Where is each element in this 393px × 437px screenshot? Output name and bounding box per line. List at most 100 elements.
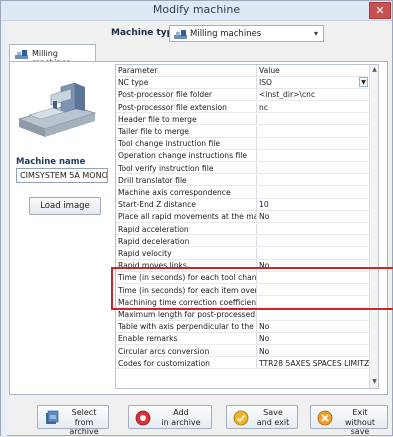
row-value[interactable]: <inst_dir>\cnc bbox=[259, 90, 369, 99]
table-row[interactable]: Codes for customization TTR28 5AXES SPACE… bbox=[116, 357, 370, 370]
row-parameter: Tool verify instruction file bbox=[118, 163, 214, 173]
column-divider bbox=[256, 187, 257, 198]
row-parameter: Rapid deceleration bbox=[118, 236, 190, 246]
table-row[interactable]: Start-End Z distance 10 bbox=[116, 199, 370, 211]
milling-machine-icon bbox=[15, 50, 28, 59]
row-parameter: Place all rapid movements at the maximum… bbox=[118, 212, 256, 222]
add-l1: Add bbox=[173, 408, 189, 417]
title-bar: Modify machine ✕ bbox=[1, 1, 392, 21]
row-parameter: Rapid acceleration bbox=[118, 224, 189, 234]
table-row[interactable]: Maximum length for post-processed file bbox=[116, 309, 370, 321]
column-divider bbox=[256, 333, 257, 344]
row-value[interactable]: No bbox=[259, 212, 369, 221]
table-row[interactable]: NC type ISO ▼ bbox=[116, 77, 370, 89]
row-parameter: Operation change instructions file bbox=[118, 151, 248, 161]
row-value[interactable]: 10 bbox=[259, 200, 369, 209]
header-parameter: Parameter bbox=[118, 66, 158, 75]
column-divider bbox=[256, 199, 257, 210]
row-value[interactable]: ISO bbox=[259, 78, 369, 87]
exit-l2: save bbox=[350, 427, 370, 436]
load-image-button[interactable]: Load image bbox=[29, 197, 101, 215]
scroll-up-icon[interactable]: ▲ bbox=[370, 66, 379, 75]
row-parameter: Header file to merge bbox=[118, 114, 197, 124]
table-row[interactable]: Place all rapid movements at the maximum… bbox=[116, 211, 370, 223]
dropdown-arrow-icon[interactable]: ▼ bbox=[359, 77, 368, 88]
row-parameter: Tailer file to merge bbox=[118, 127, 190, 136]
exit-without-save-button[interactable]: Exit without save bbox=[310, 405, 388, 436]
column-divider bbox=[256, 321, 257, 332]
column-divider bbox=[256, 235, 257, 247]
milling-machine-icon bbox=[174, 30, 187, 39]
add-l2: in archive bbox=[161, 417, 201, 427]
column-divider bbox=[256, 126, 257, 137]
select-l2: from archive bbox=[69, 417, 99, 437]
window-title: Modify machine bbox=[152, 3, 241, 16]
archive-select-icon bbox=[46, 410, 59, 424]
header-value: Value bbox=[259, 66, 280, 75]
tab-milling-machines[interactable]: Milling machines bbox=[9, 44, 96, 67]
table-row[interactable]: Drill translator file bbox=[116, 174, 370, 187]
exit-icon bbox=[317, 410, 333, 426]
column-divider bbox=[256, 101, 257, 113]
column-divider bbox=[256, 150, 257, 161]
table-row[interactable]: Enable remarks No bbox=[116, 333, 370, 345]
scroll-down-icon[interactable]: ▼ bbox=[370, 378, 379, 387]
save-l2: and exit bbox=[256, 417, 290, 427]
highlight-box bbox=[111, 267, 393, 310]
row-parameter: Tool change instruction file bbox=[118, 139, 221, 149]
row-parameter: Circular arcs conversion bbox=[118, 346, 210, 356]
table-row[interactable]: Table with axis perpendicular to the man… bbox=[116, 321, 370, 333]
table-row[interactable]: Operation change instructions file bbox=[116, 150, 370, 162]
table-row[interactable]: Rapid velocity bbox=[116, 248, 370, 260]
grid-header: Parameter Value bbox=[116, 65, 370, 77]
row-parameter: Post-processor file folder bbox=[118, 90, 213, 100]
row-parameter: Post-processor file extension bbox=[118, 102, 227, 112]
table-row[interactable]: Rapid acceleration bbox=[116, 223, 370, 236]
column-divider bbox=[256, 113, 257, 125]
row-value[interactable]: TTR28 5AXES SPACES LIMITZ-90,90 bbox=[259, 359, 369, 368]
row-value[interactable]: No bbox=[259, 334, 369, 343]
add-in-archive-button[interactable]: Add in archive bbox=[128, 405, 212, 429]
column-divider bbox=[256, 162, 257, 174]
column-divider bbox=[256, 223, 257, 235]
table-row[interactable]: Post-processor file extension nc bbox=[116, 101, 370, 114]
column-divider bbox=[256, 77, 257, 88]
row-parameter: Machine axis correspondence bbox=[118, 188, 231, 197]
machine-type-value: Milling machines bbox=[190, 29, 262, 39]
row-value[interactable]: No bbox=[259, 322, 369, 331]
machine-name-label: Machine name bbox=[16, 157, 86, 167]
column-divider bbox=[256, 89, 257, 100]
exit-l1: Exit without bbox=[344, 408, 376, 427]
column-divider bbox=[256, 248, 257, 259]
machine-image bbox=[17, 82, 97, 137]
grid-scrollbar[interactable]: ▲ ▼ bbox=[369, 65, 378, 388]
machine-name-input[interactable]: CIMSYSTEM 5A MONOS bbox=[16, 168, 108, 183]
column-divider bbox=[256, 211, 257, 222]
table-row[interactable]: Header file to merge bbox=[116, 113, 370, 126]
row-value[interactable]: No bbox=[259, 347, 369, 356]
parameter-grid: Parameter Value NC type ISO ▼ Post-processo… bbox=[115, 64, 379, 389]
table-row[interactable]: Tailer file to merge bbox=[116, 126, 370, 138]
table-row[interactable]: Post-processor file folder <inst_dir>\cnc bbox=[116, 89, 370, 101]
column-divider bbox=[256, 345, 257, 357]
table-row[interactable]: Machine axis correspondence bbox=[116, 187, 370, 199]
row-parameter: Start-End Z distance bbox=[118, 200, 196, 210]
row-parameter: Maximum length for post-processed file bbox=[118, 310, 256, 319]
table-row[interactable]: Tool change instruction file bbox=[116, 138, 370, 150]
column-divider bbox=[256, 138, 257, 149]
save-check-icon bbox=[233, 410, 249, 426]
machine-type-select[interactable]: Milling machines ▾ bbox=[169, 25, 324, 42]
table-row[interactable]: Rapid deceleration bbox=[116, 235, 370, 248]
table-row[interactable]: Tool verify instruction file bbox=[116, 162, 370, 175]
row-parameter: Rapid velocity bbox=[118, 249, 172, 258]
close-button[interactable]: ✕ bbox=[369, 2, 391, 19]
chevron-down-icon: ▾ bbox=[313, 29, 318, 38]
select-from-archive-button[interactable]: Select from archive bbox=[37, 405, 109, 436]
column-divider bbox=[256, 174, 257, 186]
row-parameter: Codes for customization bbox=[118, 358, 210, 368]
save-and-exit-button[interactable]: Save and exit bbox=[226, 405, 298, 429]
table-row[interactable]: Circular arcs conversion No bbox=[116, 345, 370, 358]
row-value[interactable]: nc bbox=[259, 103, 369, 112]
row-parameter: Enable remarks bbox=[118, 334, 178, 344]
row-parameter: Table with axis perpendicular to the man… bbox=[118, 322, 256, 332]
